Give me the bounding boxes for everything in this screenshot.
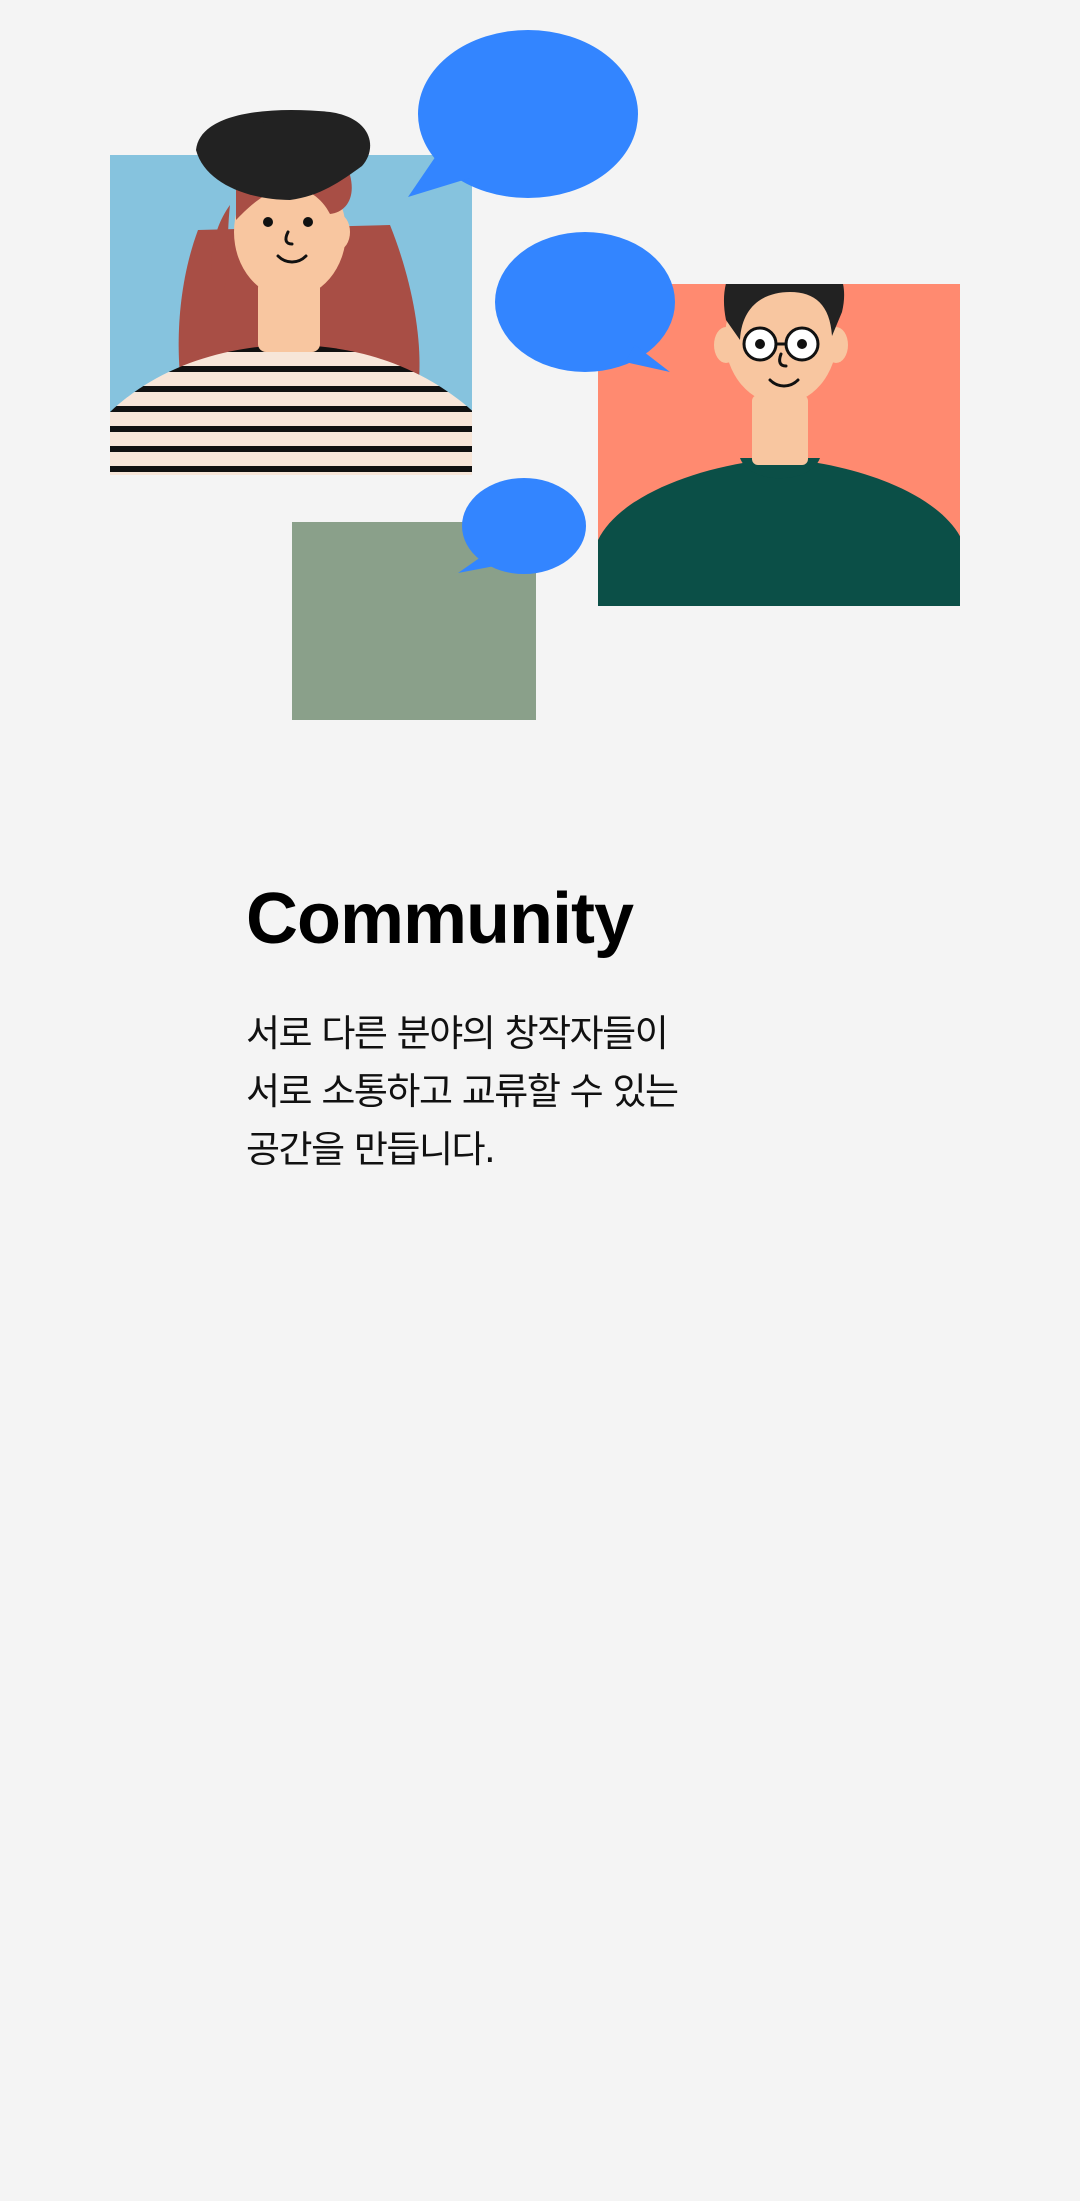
speech-bubble-icon — [408, 30, 638, 198]
speech-bubble-icon — [458, 478, 586, 574]
community-illustration — [0, 0, 1080, 760]
speech-bubble-icon — [495, 232, 675, 372]
description-line: 서로 소통하고 교류할 수 있는 — [246, 1070, 679, 1114]
description-line: 공간을 만듭니다. — [246, 1128, 496, 1172]
description-line: 서로 다른 분야의 창작자들이 — [246, 1012, 669, 1056]
woman-avatar-icon — [110, 109, 472, 475]
page-title: Community — [246, 879, 634, 959]
onboarding-text: Community 서로 다른 분야의 창작자들이 서로 소통하고 교류할 수 … — [246, 879, 966, 1179]
description: 서로 다른 분야의 창작자들이 서로 소통하고 교류할 수 있는 공간을 만듭니… — [246, 1005, 966, 1179]
